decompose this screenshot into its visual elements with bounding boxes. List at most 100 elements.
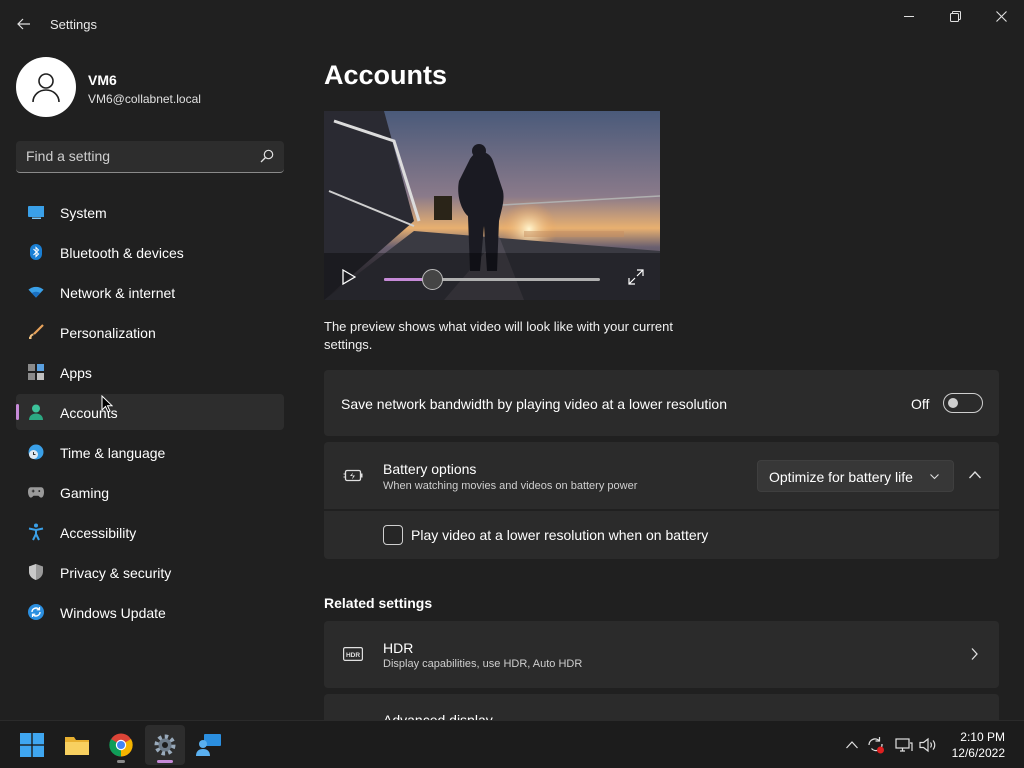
sidebar-item-apps[interactable]: Apps	[16, 354, 284, 390]
update-icon	[28, 604, 44, 620]
network-monitor-icon	[895, 738, 913, 752]
taskbar: 2:10 PM 12/6/2022	[0, 720, 1024, 768]
sidebar-item-gaming[interactable]: Gaming	[16, 474, 284, 510]
shield-icon	[28, 564, 44, 580]
battery-options-card[interactable]: Battery options When watching movies and…	[324, 442, 999, 509]
sidebar-item-privacy[interactable]: Privacy & security	[16, 554, 284, 590]
sidebar-item-time-language[interactable]: Time & language	[16, 434, 284, 470]
clock-time: 2:10 PM	[960, 730, 1005, 744]
seek-slider[interactable]	[384, 269, 600, 290]
taskbar-remote-desktop[interactable]	[189, 725, 229, 765]
sidebar-item-label: Accessibility	[60, 525, 137, 541]
sync-error-icon	[868, 737, 884, 754]
taskbar-file-explorer[interactable]	[57, 725, 97, 765]
seek-thumb[interactable]	[421, 269, 443, 290]
bluetooth-icon	[28, 244, 44, 260]
remote-desktop-icon	[196, 734, 221, 756]
sidebar-item-label: System	[60, 205, 107, 221]
battery-options-expanded: Play video at a lower resolution when on…	[324, 511, 999, 559]
gamepad-icon	[28, 484, 44, 500]
settings-search[interactable]	[16, 141, 284, 173]
sidebar-nav: System Bluetooth & devices Network & int…	[16, 194, 284, 634]
page-title: Accounts	[324, 60, 448, 90]
sidebar-item-accessibility[interactable]: Accessibility	[16, 514, 284, 550]
bandwidth-toggle[interactable]	[943, 393, 983, 413]
chevron-up-icon	[846, 741, 858, 749]
close-button[interactable]	[978, 4, 1024, 28]
sidebar-item-personalization[interactable]: Personalization	[16, 314, 284, 350]
hdr-link-card[interactable]: HDR HDR Display capabilities, use HDR, A…	[324, 621, 999, 688]
selection-indicator	[16, 404, 19, 420]
hdr-label: HDR	[383, 640, 414, 656]
restore-button[interactable]	[932, 4, 978, 28]
sidebar-item-label: Bluetooth & devices	[60, 245, 184, 261]
taskbar-clock[interactable]: 2:10 PM 12/6/2022	[952, 729, 1005, 761]
close-icon	[995, 10, 1007, 22]
battery-options-label: Battery options	[383, 461, 477, 477]
tray-sync-status[interactable]	[866, 735, 886, 755]
start-button[interactable]	[12, 725, 52, 765]
restore-icon	[949, 10, 961, 22]
sidebar-item-label: Gaming	[60, 485, 110, 501]
battery-options-description: When watching movies and videos on batte…	[383, 480, 638, 492]
battery-saver-icon	[343, 469, 363, 482]
bandwidth-setting-card: Save network bandwidth by playing video …	[324, 370, 999, 436]
person-icon	[32, 73, 60, 103]
video-frame-image	[324, 111, 660, 300]
avatar	[16, 57, 76, 117]
dropdown-value: Optimize for battery life	[769, 469, 913, 485]
chevron-down-icon	[930, 474, 939, 480]
chevron-right-icon	[971, 648, 978, 660]
back-button[interactable]	[12, 12, 36, 36]
sidebar-item-label: Privacy & security	[60, 565, 172, 581]
chevron-up-icon[interactable]	[969, 471, 981, 479]
search-icon	[260, 149, 274, 163]
lower-resolution-checkbox[interactable]	[383, 525, 403, 545]
back-arrow-icon	[17, 18, 30, 30]
brush-icon	[28, 324, 44, 340]
sidebar-item-label: Apps	[60, 365, 92, 381]
sidebar-item-windows-update[interactable]: Windows Update	[16, 594, 284, 630]
minimize-icon	[904, 16, 914, 17]
sidebar-item-network[interactable]: Network & internet	[16, 274, 284, 310]
title-bar: Settings	[0, 0, 1024, 48]
chrome-icon	[109, 733, 133, 757]
profile-email: VM6@collabnet.local	[88, 92, 201, 106]
minimize-button[interactable]	[886, 4, 932, 28]
running-indicator	[117, 760, 125, 763]
sidebar-item-bluetooth[interactable]: Bluetooth & devices	[16, 234, 284, 270]
accessibility-icon	[28, 523, 44, 541]
taskbar-settings[interactable]	[145, 725, 185, 765]
sidebar-item-accounts[interactable]: Accounts	[16, 394, 284, 430]
toggle-knob	[948, 398, 958, 408]
sidebar-item-label: Network & internet	[60, 285, 176, 301]
folder-icon	[65, 737, 89, 755]
search-input[interactable]	[26, 148, 246, 164]
play-icon[interactable]	[342, 269, 356, 285]
taskbar-chrome[interactable]	[101, 725, 141, 765]
accounts-icon	[28, 404, 44, 420]
sidebar-item-system[interactable]: System	[16, 194, 284, 230]
hdr-description: Display capabilities, use HDR, Auto HDR	[383, 658, 583, 670]
battery-mode-dropdown[interactable]: Optimize for battery life	[757, 460, 954, 492]
checkbox-label: Play video at a lower resolution when on…	[411, 527, 709, 543]
sidebar-item-label: Personalization	[60, 325, 156, 341]
fullscreen-icon[interactable]	[628, 269, 644, 285]
bandwidth-label: Save network bandwidth by playing video …	[341, 396, 728, 412]
apps-icon	[28, 364, 44, 380]
show-hidden-icons-button[interactable]	[842, 735, 862, 755]
tray-volume[interactable]	[918, 735, 938, 755]
speaker-icon	[919, 737, 936, 753]
system-icon	[28, 204, 44, 220]
tray-network[interactable]	[894, 735, 914, 755]
sidebar-item-label: Time & language	[60, 445, 166, 461]
preview-description: The preview shows what video will look l…	[324, 319, 673, 352]
svg-text:HDR: HDR	[346, 652, 360, 659]
video-preview[interactable]	[324, 111, 660, 300]
toggle-state-label: Off	[911, 396, 930, 412]
mouse-cursor-icon	[101, 395, 113, 413]
settings-gear-icon	[154, 734, 176, 756]
related-settings-heading: Related settings	[324, 595, 433, 611]
app-title: Settings	[50, 17, 97, 32]
active-indicator	[157, 760, 173, 763]
